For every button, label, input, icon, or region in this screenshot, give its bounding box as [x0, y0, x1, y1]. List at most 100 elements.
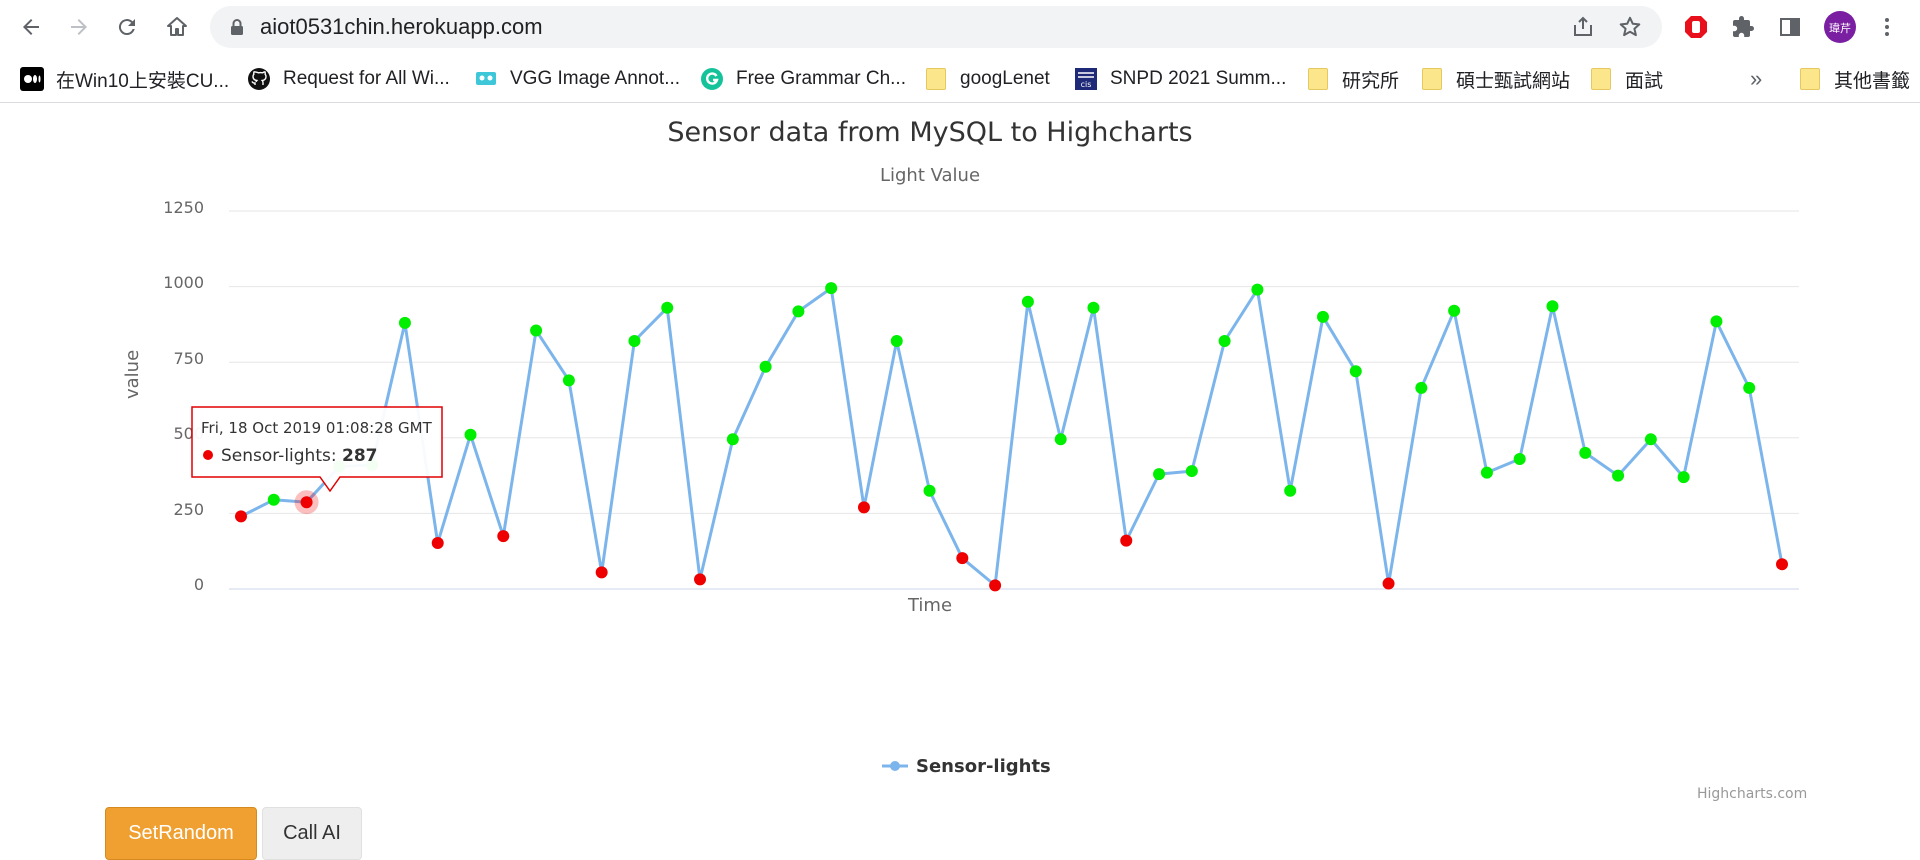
- data-point[interactable]: [923, 484, 936, 497]
- data-point[interactable]: [1612, 469, 1625, 482]
- data-point[interactable]: [1120, 534, 1133, 547]
- data-point[interactable]: [956, 552, 969, 565]
- data-point[interactable]: [1776, 558, 1788, 571]
- data-point[interactable]: [1349, 365, 1362, 378]
- home-icon[interactable]: [160, 10, 194, 44]
- tooltip-series: Sensor-lights: 287: [221, 446, 378, 466]
- data-point[interactable]: [562, 374, 575, 387]
- data-point[interactable]: [1054, 433, 1067, 446]
- grammar-icon: [700, 67, 724, 91]
- puzzle-icon[interactable]: [1726, 10, 1760, 44]
- share-icon[interactable]: [1568, 6, 1598, 48]
- data-point[interactable]: [1743, 381, 1756, 394]
- bookmark-folder[interactable]: 碩士甄試網站: [1420, 56, 1570, 102]
- data-point[interactable]: [1087, 301, 1100, 314]
- data-point[interactable]: [530, 324, 543, 337]
- data-point[interactable]: [759, 360, 772, 373]
- set-random-button[interactable]: SetRandom: [105, 807, 257, 860]
- data-point[interactable]: [1251, 283, 1264, 296]
- data-point[interactable]: [694, 573, 707, 586]
- data-point[interactable]: [497, 530, 510, 543]
- bookmark-label: 研究所: [1342, 70, 1400, 92]
- data-point[interactable]: [300, 496, 313, 509]
- data-point[interactable]: [398, 316, 411, 329]
- kebab-menu-icon[interactable]: [1870, 10, 1904, 44]
- data-point[interactable]: [825, 282, 838, 295]
- extension-adblock-icon[interactable]: [1679, 10, 1713, 44]
- back-arrow-icon[interactable]: [14, 10, 48, 44]
- address-bar[interactable]: aiot0531chin.herokuapp.com: [210, 6, 1662, 48]
- data-point[interactable]: [431, 537, 444, 550]
- data-point[interactable]: [1448, 304, 1461, 317]
- bookmark-item[interactable]: Free Grammar Ch...: [700, 56, 906, 102]
- avatar[interactable]: 瑋芹: [1823, 10, 1857, 44]
- tooltip: Fri, 18 Oct 2019 01:08:28 GMT Sensor-lig…: [191, 406, 443, 493]
- grid-lines: [229, 210, 1799, 590]
- data-point[interactable]: [235, 510, 247, 523]
- bookmark-item[interactable]: cis SNPD 2021 Summ...: [1074, 56, 1286, 102]
- lock-icon[interactable]: [226, 6, 248, 48]
- tooltip-value: 287: [342, 446, 378, 466]
- bookmark-folder[interactable]: 面試: [1589, 56, 1663, 102]
- other-bookmarks-folder[interactable]: 其他書籤: [1798, 56, 1910, 102]
- tooltip-series-name: Sensor-lights: [221, 446, 331, 466]
- data-point[interactable]: [1546, 300, 1559, 313]
- page-content: Sensor data from MySQL to Highcharts Lig…: [0, 103, 1920, 860]
- data-point[interactable]: [1153, 468, 1166, 481]
- line-chart: Fri, 18 Oct 2019 01:08:28 GMT Sensor-lig…: [191, 210, 1799, 592]
- credits-link[interactable]: Highcharts.com: [1697, 786, 1807, 802]
- sidepanel-icon[interactable]: [1773, 10, 1807, 44]
- data-point[interactable]: [1218, 335, 1231, 348]
- data-point[interactable]: [595, 566, 608, 579]
- data-point[interactable]: [464, 428, 477, 441]
- folder-icon: [1589, 67, 1613, 91]
- data-point[interactable]: [1579, 446, 1592, 459]
- data-point[interactable]: [1021, 295, 1034, 308]
- chevron-double-right-icon: »: [1750, 66, 1763, 91]
- data-point[interactable]: [1284, 484, 1297, 497]
- folder-icon: [1798, 67, 1822, 91]
- bookmark-item[interactable]: 在Win10上安裝CU...: [20, 56, 229, 102]
- data-point[interactable]: [989, 579, 1002, 592]
- data-point[interactable]: [628, 335, 641, 348]
- data-point[interactable]: [890, 335, 903, 348]
- legend-item[interactable]: Sensor-lights: [882, 754, 1051, 778]
- tooltip-marker: [203, 450, 213, 460]
- data-point[interactable]: [1710, 315, 1723, 328]
- data-point[interactable]: [1677, 471, 1690, 484]
- folder-icon: [1306, 67, 1330, 91]
- data-point[interactable]: [1382, 577, 1395, 590]
- bookmark-folder[interactable]: 研究所: [1306, 56, 1399, 102]
- data-point[interactable]: [1415, 381, 1428, 394]
- bookmark-label: 在Win10上安裝CU...: [56, 70, 230, 92]
- data-point[interactable]: [1185, 465, 1198, 478]
- bookmark-item[interactable]: VGG Image Annot...: [474, 56, 680, 102]
- bookmarks-overflow-button[interactable]: »: [1750, 56, 1762, 102]
- tooltip-header: Fri, 18 Oct 2019 01:08:28 GMT: [201, 419, 433, 437]
- tooltip-colon: :: [331, 446, 342, 466]
- data-point[interactable]: [267, 493, 280, 506]
- avatar-initials: 瑋芹: [1829, 21, 1851, 35]
- data-point[interactable]: [857, 501, 870, 514]
- data-point[interactable]: [1480, 466, 1493, 479]
- call-ai-button[interactable]: Call AI: [262, 807, 362, 860]
- x-axis-label: Time: [907, 595, 953, 616]
- reload-icon[interactable]: [110, 10, 144, 44]
- bookmark-item[interactable]: Request for All Wi...: [247, 56, 450, 102]
- bookmark-label: googLenet: [960, 68, 1050, 89]
- data-point[interactable]: [1644, 433, 1657, 446]
- bookmark-label: 面試: [1625, 70, 1664, 92]
- star-icon[interactable]: [1615, 6, 1645, 48]
- legend-label: Sensor-lights: [916, 755, 1051, 777]
- bookmark-folder[interactable]: googLenet: [924, 56, 1050, 102]
- data-point[interactable]: [1316, 310, 1329, 323]
- data-point[interactable]: [661, 301, 674, 314]
- data-point[interactable]: [726, 433, 739, 446]
- github-icon: [247, 67, 271, 91]
- forward-arrow-icon[interactable]: [62, 10, 96, 44]
- data-point[interactable]: [792, 305, 805, 318]
- bookmark-label: Request for All Wi...: [283, 68, 450, 89]
- url-text[interactable]: aiot0531chin.herokuapp.com: [260, 6, 543, 48]
- bookmarks-bar: 在Win10上安裝CU... Request for All Wi... VGG…: [0, 56, 1920, 103]
- data-point[interactable]: [1513, 452, 1526, 465]
